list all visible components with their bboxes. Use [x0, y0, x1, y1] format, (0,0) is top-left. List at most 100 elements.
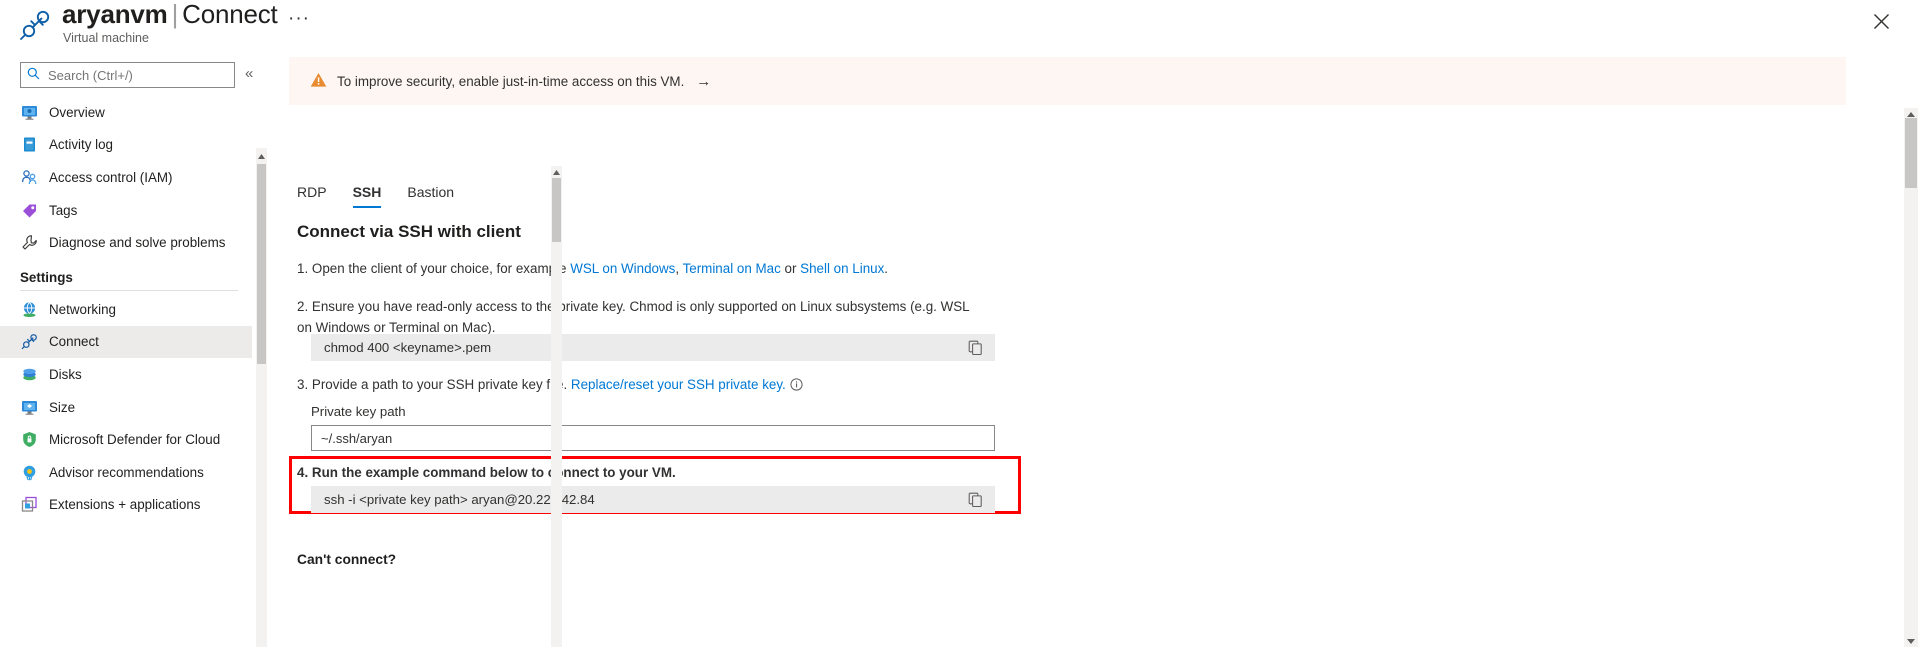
link-shell-on-linux[interactable]: Shell on Linux	[800, 261, 884, 276]
collapse-sidebar-button[interactable]: «	[245, 65, 253, 82]
sidebar-item-extensions[interactable]: Extensions + applications	[0, 489, 252, 522]
sidebar-item-label: Overview	[49, 104, 105, 120]
sidebar-item-access-control[interactable]: Access control (IAM)	[0, 161, 252, 194]
step-4-text: Run the example command below to connect…	[311, 465, 676, 480]
chevron-up-icon	[553, 170, 560, 175]
chevron-down-icon	[1907, 638, 1915, 644]
activity-log-icon	[20, 136, 38, 154]
chevron-up-icon	[1907, 111, 1915, 117]
main-content: To improve security, enable just-in-time…	[268, 48, 1918, 647]
step-2: 2. Ensure you have read-only access to t…	[297, 296, 987, 338]
link-replace-reset-ssh-key[interactable]: Replace/reset your SSH private key.	[571, 377, 786, 392]
step-4-number: 4.	[297, 465, 309, 480]
size-icon	[20, 398, 38, 416]
sidebar-item-connect[interactable]: Connect	[0, 325, 252, 359]
chevron-up-icon	[258, 153, 265, 159]
sidebar-item-label: Networking	[49, 301, 116, 317]
page-header: aryanvm | Connect Virtual machine ···	[0, 0, 1918, 48]
resource-name: aryanvm	[62, 0, 168, 29]
title-separator: |	[171, 0, 179, 29]
sidebar-scrollbar-thumb[interactable]	[257, 164, 266, 364]
content-scroll-up-button[interactable]	[552, 167, 561, 178]
connect-icon	[20, 333, 38, 351]
step-3-prefix: Provide a path to your SSH private key f…	[311, 377, 571, 392]
arrow-right-icon[interactable]: →	[696, 73, 711, 90]
step-3: 3. Provide a path to your SSH private ke…	[297, 374, 1297, 395]
ssh-command-box[interactable]: ssh -i <private key path> aryan@20.222.4…	[311, 486, 995, 513]
sidebar: « Overview	[0, 56, 268, 647]
sidebar-item-advisor[interactable]: Advisor recommendations	[0, 456, 252, 489]
sidebar-item-diagnose[interactable]: Diagnose and solve problems	[0, 226, 252, 259]
sidebar-nav-list: Overview Activity log Access control (IA…	[0, 96, 252, 521]
link-wsl-on-windows[interactable]: WSL on Windows	[570, 261, 675, 276]
sidebar-item-defender[interactable]: Microsoft Defender for Cloud	[0, 423, 252, 456]
page-scrollbar-thumb[interactable]	[1905, 118, 1917, 188]
connect-tabs: RDP SSH Bastion	[297, 174, 480, 208]
copy-icon[interactable]	[968, 492, 983, 510]
step-2-text: Ensure you have read-only access to the …	[297, 299, 970, 335]
more-actions-button[interactable]: ···	[288, 8, 310, 30]
warning-icon	[310, 72, 327, 91]
step-1-sep2: or	[780, 261, 801, 276]
page-title: aryanvm | Connect	[62, 0, 278, 30]
shield-icon	[20, 431, 38, 449]
search-input[interactable]	[46, 66, 226, 84]
chmod-command-text: chmod 400 <keyname>.pem	[324, 340, 492, 355]
step-1-suffix: .	[884, 261, 889, 276]
sidebar-item-label: Microsoft Defender for Cloud	[49, 432, 221, 448]
step-1-prefix: Open the client of your choice, for exam…	[311, 261, 571, 276]
settings-section-header: Settings	[0, 270, 252, 291]
sidebar-item-label: Diagnose and solve problems	[49, 235, 226, 251]
extensions-icon	[20, 496, 38, 514]
chmod-command-box[interactable]: chmod 400 <keyname>.pem	[311, 334, 995, 361]
private-key-path-label: Private key path	[311, 404, 406, 419]
sidebar-item-label: Activity log	[49, 137, 113, 153]
sidebar-item-activity-log[interactable]: Activity log	[0, 129, 252, 162]
overview-icon	[20, 103, 38, 121]
cant-connect-heading: Can't connect?	[297, 552, 397, 567]
sidebar-item-overview[interactable]: Overview	[0, 96, 252, 129]
copy-icon[interactable]	[968, 340, 983, 358]
search-box[interactable]	[20, 62, 235, 88]
sidebar-item-tags[interactable]: Tags	[0, 194, 252, 227]
search-icon	[27, 67, 40, 83]
sidebar-item-label: Size	[49, 399, 76, 415]
info-icon[interactable]	[789, 377, 803, 392]
step-3-number: 3.	[297, 377, 309, 392]
tags-icon	[20, 201, 38, 219]
resource-type-subtitle: Virtual machine	[63, 31, 149, 45]
connect-plug-icon	[18, 8, 52, 42]
wrench-icon	[20, 234, 38, 252]
banner-text[interactable]: To improve security, enable just-in-time…	[337, 74, 684, 89]
page-scroll-down-button[interactable]	[1905, 635, 1917, 647]
step-1-sep1: ,	[675, 261, 683, 276]
tab-ssh[interactable]: SSH	[352, 184, 381, 208]
sidebar-item-size[interactable]: Size	[0, 391, 252, 424]
section-divider	[20, 289, 238, 291]
jit-security-banner[interactable]: To improve security, enable just-in-time…	[289, 57, 1846, 105]
sidebar-scroll-up-button[interactable]	[256, 150, 267, 162]
private-key-path-input[interactable]	[311, 425, 995, 451]
content-scrollbar-thumb[interactable]	[552, 178, 561, 242]
page-scrollbar-track[interactable]	[1904, 108, 1918, 647]
section-title: Connect via SSH with client	[297, 222, 521, 241]
access-control-icon	[20, 168, 38, 186]
advisor-icon	[20, 463, 38, 481]
sidebar-item-disks[interactable]: Disks	[0, 358, 252, 391]
sidebar-item-label: Connect	[49, 334, 99, 350]
connect-content-panel: RDP SSH Bastion Connect via SSH with cli…	[289, 118, 1846, 647]
step-2-number: 2.	[297, 299, 309, 314]
sidebar-item-label: Tags	[49, 202, 78, 218]
tab-bastion[interactable]: Bastion	[407, 184, 454, 208]
sidebar-item-label: Advisor recommendations	[49, 464, 204, 480]
close-button[interactable]	[1866, 6, 1896, 36]
step-4: 4. Run the example command below to conn…	[297, 465, 676, 480]
networking-icon	[20, 300, 38, 318]
sidebar-item-networking[interactable]: Networking	[0, 293, 252, 326]
sidebar-item-label: Disks	[49, 366, 82, 382]
tab-rdp[interactable]: RDP	[297, 184, 327, 208]
step-1: 1. Open the client of your choice, for e…	[297, 258, 1297, 279]
step-1-number: 1.	[297, 261, 309, 276]
disks-icon	[20, 365, 38, 383]
link-terminal-on-mac[interactable]: Terminal on Mac	[683, 261, 781, 276]
